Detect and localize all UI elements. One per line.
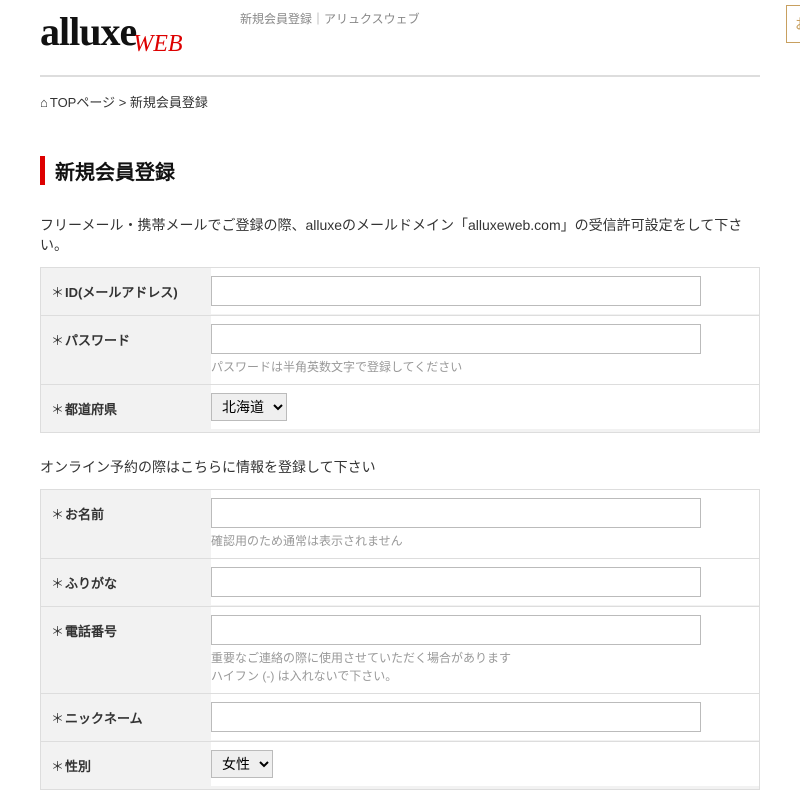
label-gender: 性別 (41, 742, 211, 789)
nickname-field[interactable] (211, 702, 701, 732)
row-password: パスワード パスワードは半角英数文字で登録してください (40, 316, 760, 385)
gender-select[interactable]: 女性 (211, 750, 273, 778)
logo-sub: WEB (133, 31, 182, 57)
form-section-2: お名前 確認用のため通常は表示されません ふりがな 電話番号 重要なご連絡の際に… (40, 489, 760, 790)
row-phone: 電話番号 重要なご連絡の際に使用させていただく場合があります ハイフン (-) … (40, 607, 760, 694)
row-furigana: ふりがな (40, 559, 760, 607)
name-field[interactable] (211, 498, 701, 528)
section2-instruction: オンライン予約の際はこちらに情報を登録して下さい (40, 457, 760, 477)
page-subtitle: 新規会員登録｜アリュクスウェブ (240, 10, 420, 27)
logo[interactable]: alluxeWEB (40, 8, 800, 55)
phone-field[interactable] (211, 615, 701, 645)
hint-name: 確認用のため通常は表示されません (211, 532, 749, 550)
logo-main: alluxe (40, 9, 136, 54)
breadcrumb: ⌂TOPページ > 新規会員登録 (0, 77, 800, 126)
header: 新規会員登録｜アリュクスウェブ alluxeWEB お (0, 0, 800, 75)
row-nickname: ニックネーム (40, 694, 760, 742)
label-phone: 電話番号 (41, 607, 211, 654)
label-name: お名前 (41, 490, 211, 537)
label-password: パスワード (41, 316, 211, 363)
home-icon: ⌂ (40, 95, 48, 110)
section1-instruction: フリーメール・携帯メールでご登録の際、alluxeのメールドメイン「alluxe… (40, 215, 760, 255)
label-email: ID(メールアドレス) (41, 268, 211, 315)
label-nickname: ニックネーム (41, 694, 211, 741)
breadcrumb-sep: > (115, 95, 130, 110)
hint-password: パスワードは半角英数文字で登録してください (211, 358, 749, 376)
breadcrumb-current: 新規会員登録 (130, 95, 208, 110)
prefecture-select[interactable]: 北海道 (211, 393, 287, 421)
row-name: お名前 確認用のため通常は表示されません (40, 489, 760, 559)
row-email: ID(メールアドレス) (40, 267, 760, 316)
page-title: 新規会員登録 (40, 156, 760, 185)
breadcrumb-home[interactable]: TOPページ (50, 95, 115, 110)
row-gender: 性別 女性 (40, 742, 760, 790)
email-field[interactable] (211, 276, 701, 306)
hint-phone: 重要なご連絡の際に使用させていただく場合があります ハイフン (-) は入れない… (211, 649, 749, 685)
form-section-1: ID(メールアドレス) パスワード パスワードは半角英数文字で登録してください … (40, 267, 760, 433)
furigana-field[interactable] (211, 567, 701, 597)
label-furigana: ふりがな (41, 559, 211, 606)
row-prefecture: 都道府県 北海道 (40, 385, 760, 433)
password-field[interactable] (211, 324, 701, 354)
right-button[interactable]: お (786, 5, 800, 43)
label-prefecture: 都道府県 (41, 385, 211, 432)
